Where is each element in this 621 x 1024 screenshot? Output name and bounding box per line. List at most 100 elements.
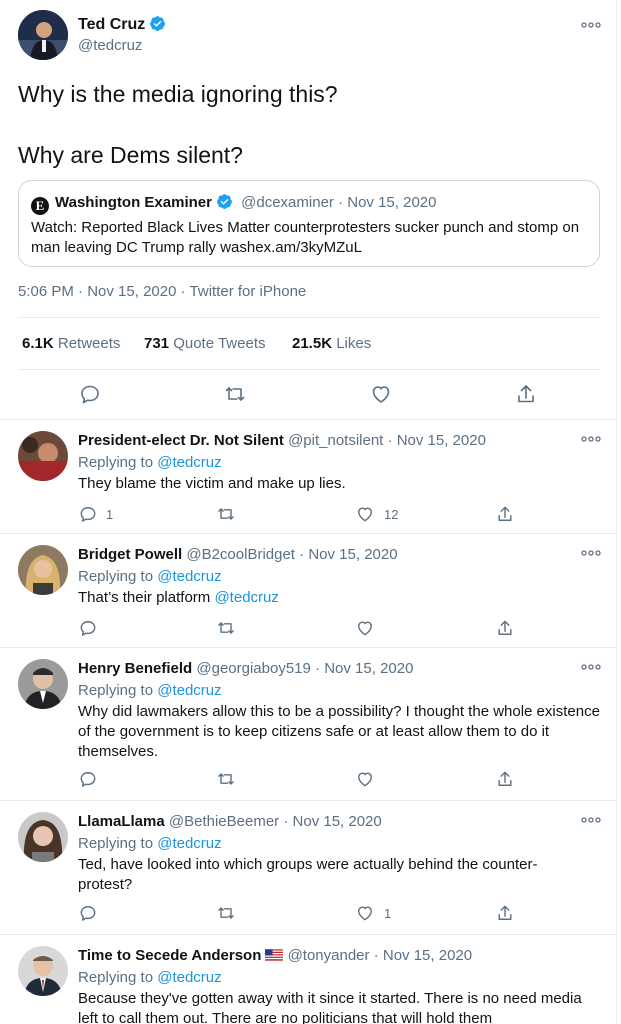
reply-author-name[interactable]: LlamaLlama xyxy=(78,813,165,830)
reply-icon[interactable] xyxy=(78,618,98,638)
replying-to-label: Replying to xyxy=(78,682,154,699)
retweet-icon[interactable] xyxy=(216,618,236,638)
share-icon[interactable] xyxy=(495,903,515,923)
reply-text-container: That’s their platform @tedcruz xyxy=(78,588,603,608)
reply-avatar[interactable] xyxy=(18,659,68,709)
reply-date[interactable]: Nov 15, 2020 xyxy=(308,546,397,563)
author-name[interactable]: Ted Cruz xyxy=(78,15,166,34)
quoted-tweet-card[interactable]: E Washington Examiner @dcexaminer · Nov 1… xyxy=(18,180,600,267)
quoted-header: E Washington Examiner @dcexaminer · Nov 1… xyxy=(31,193,436,215)
more-options-icon[interactable] xyxy=(580,813,602,827)
retweets-stat[interactable]: 6.1K Retweets xyxy=(22,335,120,352)
reply-header: President-elect Dr. Not Silent @pit_nots… xyxy=(78,432,486,449)
replying-to: Replying to @tedcruz xyxy=(78,568,222,585)
like-icon[interactable] xyxy=(355,903,375,923)
reply-date[interactable]: Nov 15, 2020 xyxy=(293,813,382,830)
verified-icon xyxy=(217,194,232,209)
reply-header: Bridget Powell @B2coolBridget · Nov 15, … xyxy=(78,546,398,563)
likes-stat[interactable]: 21.5K Likes xyxy=(292,335,371,352)
reply-date[interactable]: Nov 15, 2020 xyxy=(397,432,486,449)
reply-author-name[interactable]: Time to Secede Anderson xyxy=(78,947,261,964)
reply-text: Because they've gotten away with it sinc… xyxy=(78,990,582,1024)
replying-to: Replying to @tedcruz xyxy=(78,454,222,471)
reply-avatar[interactable] xyxy=(18,946,68,996)
reply-avatar[interactable] xyxy=(18,431,68,481)
mention-link[interactable]: @tedcruz xyxy=(214,589,278,606)
quoted-text: Watch: Reported Black Lives Matter count… xyxy=(31,219,580,256)
reply-count: 1 xyxy=(106,507,114,522)
retweet-icon[interactable] xyxy=(216,903,236,923)
replying-to-handle[interactable]: @tedcruz xyxy=(157,568,221,585)
author-name-text: Ted Cruz xyxy=(78,16,146,33)
share-icon[interactable] xyxy=(514,382,538,406)
reply-author-name[interactable]: Bridget Powell xyxy=(78,546,182,563)
replying-to: Replying to @tedcruz xyxy=(78,682,222,699)
tweet-source[interactable]: Twitter for iPhone xyxy=(190,283,307,300)
replying-to-label: Replying to xyxy=(78,454,154,471)
retweet-icon[interactable] xyxy=(223,382,247,406)
more-options-icon[interactable] xyxy=(580,18,602,32)
share-icon[interactable] xyxy=(495,769,515,789)
replying-to-handle[interactable]: @tedcruz xyxy=(157,969,221,986)
reply-header: Henry Benefield @georgiaboy519 · Nov 15,… xyxy=(78,660,413,677)
like-icon[interactable] xyxy=(355,769,375,789)
main-avatar[interactable] xyxy=(18,10,68,60)
reply-author-handle[interactable]: @BethieBeemer xyxy=(169,813,279,830)
reply-avatar[interactable] xyxy=(18,812,68,862)
replying-to: Replying to @tedcruz xyxy=(78,969,222,986)
reply-avatar[interactable] xyxy=(18,545,68,595)
reply-icon[interactable] xyxy=(78,769,98,789)
like-icon[interactable] xyxy=(355,504,375,524)
reply-icon[interactable] xyxy=(78,903,98,923)
reply-date[interactable]: Nov 15, 2020 xyxy=(324,660,413,677)
separator-dot: · xyxy=(78,283,88,300)
more-options-icon[interactable] xyxy=(580,660,602,674)
reply-author-name[interactable]: President-elect Dr. Not Silent xyxy=(78,432,284,449)
reply-tweet[interactable]: Time to Secede Anderson @tonyander · Nov… xyxy=(0,934,616,1024)
share-icon[interactable] xyxy=(495,618,515,638)
reply-icon[interactable] xyxy=(78,504,98,524)
replying-to-handle[interactable]: @tedcruz xyxy=(157,835,221,852)
reply-author-handle[interactable]: @tonyander xyxy=(288,947,370,964)
quoted-author-name: Washington Examiner xyxy=(55,194,212,211)
reply-author-handle[interactable]: @B2coolBridget xyxy=(186,546,295,563)
tweet-meta: 5:06 PM · Nov 15, 2020 · Twitter for iPh… xyxy=(18,283,306,300)
author-handle[interactable]: @tedcruz xyxy=(78,37,142,54)
reply-author-handle[interactable]: @pit_notsilent xyxy=(288,432,383,449)
more-options-icon[interactable] xyxy=(580,432,602,446)
likes-label: Likes xyxy=(336,335,372,352)
divider xyxy=(18,317,600,318)
tweet-text-line1: Why is the media ignoring this? xyxy=(18,81,338,107)
retweet-icon[interactable] xyxy=(216,504,236,524)
reply-tweet[interactable]: Henry Benefield @georgiaboy519 · Nov 15,… xyxy=(0,647,616,800)
more-options-icon[interactable] xyxy=(580,546,602,560)
quoted-author-handle: @dcexaminer xyxy=(241,194,334,211)
washington-examiner-logo-icon: E xyxy=(31,197,49,215)
replying-to-label: Replying to xyxy=(78,568,154,585)
reply-tweet[interactable]: LlamaLlama @BethieBeemer · Nov 15, 2020 … xyxy=(0,800,616,934)
reply-text: That’s their platform xyxy=(78,589,211,606)
reply-author-name[interactable]: Henry Benefield xyxy=(78,660,192,677)
reply-author-handle[interactable]: @georgiaboy519 xyxy=(196,660,310,677)
replying-to-label: Replying to xyxy=(78,835,154,852)
reply-tweet[interactable]: Bridget Powell @B2coolBridget · Nov 15, … xyxy=(0,533,616,647)
reply-date[interactable]: Nov 15, 2020 xyxy=(383,947,472,964)
quote-tweets-stat[interactable]: 731 Quote Tweets xyxy=(144,335,265,352)
separator-dot: · xyxy=(383,432,397,449)
retweet-icon[interactable] xyxy=(216,769,236,789)
like-icon[interactable] xyxy=(369,382,393,406)
like-icon[interactable] xyxy=(355,618,375,638)
quote-tweets-label: Quote Tweets xyxy=(173,335,266,352)
reply-text: They blame the victim and make up lies. xyxy=(78,475,346,492)
reply-tweet[interactable]: President-elect Dr. Not Silent @pit_nots… xyxy=(0,419,616,533)
quote-tweets-count: 731 xyxy=(144,335,170,352)
share-icon[interactable] xyxy=(495,504,515,524)
replying-to-handle[interactable]: @tedcruz xyxy=(157,682,221,699)
separator-dot: · xyxy=(310,660,325,677)
replying-to-handle[interactable]: @tedcruz xyxy=(157,454,221,471)
tweet-thread: Ted Cruz @tedcruz Why is the media ignor… xyxy=(0,0,617,1024)
tweet-date[interactable]: Nov 15, 2020 xyxy=(87,283,176,300)
reply-icon[interactable] xyxy=(78,382,102,406)
tweet-time[interactable]: 5:06 PM xyxy=(18,283,74,300)
quoted-date: Nov 15, 2020 xyxy=(347,194,437,211)
